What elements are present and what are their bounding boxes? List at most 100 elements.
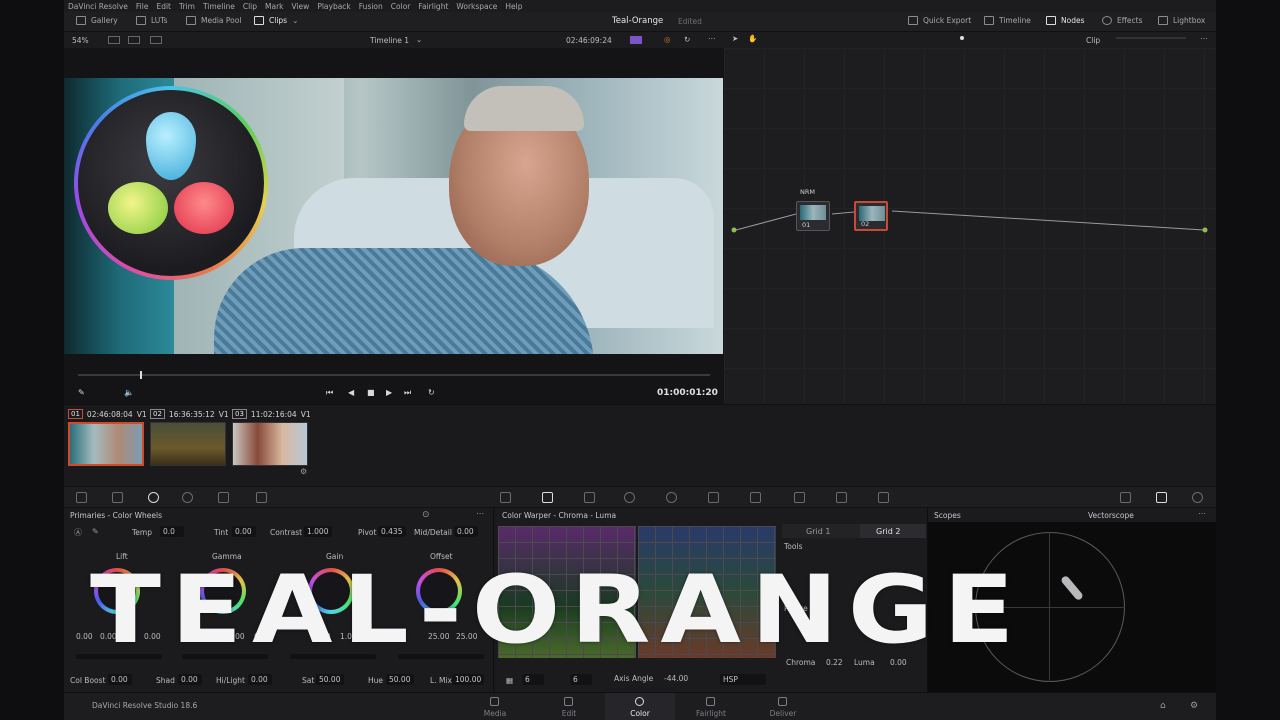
lightbox-button[interactable]: Lightbox <box>1158 16 1205 25</box>
menu-fairlight[interactable]: Fairlight <box>418 2 448 11</box>
hue-field[interactable]: 50.00 <box>386 674 414 685</box>
window-icon[interactable] <box>624 492 635 503</box>
more-options-icon[interactable]: ⋯ <box>1198 509 1206 518</box>
temp-field[interactable]: 0.0 <box>160 526 184 537</box>
clip-thumbnail-02[interactable] <box>150 422 226 466</box>
more-options-icon[interactable]: ⋯ <box>1200 34 1208 43</box>
tracker-icon[interactable] <box>666 492 677 503</box>
tab-grid-2[interactable]: Grid 2 <box>876 527 900 536</box>
menu-playback[interactable]: Playback <box>317 2 350 11</box>
resolution-icon[interactable]: ▦ <box>506 676 513 685</box>
motion-effects-icon[interactable] <box>256 492 267 503</box>
more-options-icon[interactable]: ⋯ <box>476 509 484 518</box>
effects-button[interactable]: Effects <box>1102 16 1143 25</box>
eyedropper-icon[interactable]: ✎ <box>78 388 85 397</box>
sizing-icon[interactable] <box>836 492 847 503</box>
menu-trim[interactable]: Trim <box>179 2 195 11</box>
play-icon[interactable]: ▶ <box>386 388 392 397</box>
qualifier-icon[interactable] <box>584 492 595 503</box>
pivot-field[interactable]: 0.435 <box>378 526 406 537</box>
skip-start-icon[interactable]: ⏮ <box>326 388 333 398</box>
col-boost-field[interactable]: 0.00 <box>108 674 132 685</box>
sat-field[interactable]: 50.00 <box>316 674 344 685</box>
clips-button[interactable]: Clips ⌄ <box>254 16 298 25</box>
menu-fusion[interactable]: Fusion <box>359 2 383 11</box>
scope-type-select[interactable]: Vectorscope <box>1088 511 1134 520</box>
page-tab-media[interactable]: Media <box>460 693 530 720</box>
menu-app[interactable]: DaVinci Resolve <box>68 2 128 11</box>
clip-thumbnail-01[interactable] <box>68 422 144 466</box>
menu-workspace[interactable]: Workspace <box>456 2 497 11</box>
reverse-play-icon[interactable]: ◀ <box>348 388 354 397</box>
page-tab-color[interactable]: Color <box>605 693 675 720</box>
menu-timeline[interactable]: Timeline <box>203 2 235 11</box>
hi-light-field[interactable]: 0.00 <box>248 674 272 685</box>
color-wheels-icon[interactable] <box>148 492 159 503</box>
loop-playback-icon[interactable]: ↻ <box>428 388 435 397</box>
res-field-2[interactable]: 6 <box>570 674 592 685</box>
clip-settings-icon[interactable]: ⚙ <box>300 467 307 476</box>
home-icon[interactable]: ⌂ <box>1160 701 1166 711</box>
contrast-field[interactable]: 1.000 <box>304 526 332 537</box>
reset-icon[interactable]: ⊙ <box>422 510 430 520</box>
white-point-picker-icon[interactable]: ✎ <box>92 527 99 536</box>
auto-balance-icon[interactable]: Ⓐ <box>74 527 82 538</box>
curves-icon[interactable] <box>500 492 511 503</box>
menu-color[interactable]: Color <box>391 2 411 11</box>
pointer-icon[interactable]: ➤ <box>732 34 738 43</box>
rgb-mixer-icon[interactable] <box>218 492 229 503</box>
clip-thumbnail-03[interactable] <box>232 422 308 466</box>
node-01[interactable]: 01 <box>796 201 830 231</box>
color-warper-icon[interactable] <box>542 492 553 503</box>
keyframes-icon[interactable] <box>1120 492 1131 503</box>
settings-icon[interactable]: ⚙ <box>1190 701 1198 711</box>
menu-file[interactable]: File <box>136 2 149 11</box>
page-tab-edit[interactable]: Edit <box>534 693 604 720</box>
stop-icon[interactable]: ■ <box>367 388 375 397</box>
playback-mode-icon[interactable]: ◎ <box>664 35 671 44</box>
tab-grid-1[interactable]: Grid 1 <box>806 527 830 536</box>
magic-mask-icon[interactable] <box>708 492 719 503</box>
key-icon[interactable] <box>794 492 805 503</box>
wipe-view-icon[interactable] <box>150 36 162 44</box>
more-options-icon[interactable]: ⋯ <box>708 34 716 43</box>
menu-help[interactable]: Help <box>505 2 522 11</box>
hand-icon[interactable]: ✋ <box>748 34 757 43</box>
speaker-icon[interactable]: 🔈 <box>124 388 134 397</box>
clip-color-icon[interactable] <box>630 36 642 44</box>
timeline-button[interactable]: Timeline <box>984 16 1031 25</box>
quick-export-button[interactable]: Quick Export <box>908 16 971 25</box>
page-tab-fairlight[interactable]: Fairlight <box>676 693 746 720</box>
single-view-icon[interactable] <box>108 36 120 44</box>
blur-icon[interactable] <box>750 492 761 503</box>
media-pool-button[interactable]: Media Pool <box>186 16 241 25</box>
loop-icon[interactable]: ↻ <box>684 35 690 44</box>
node-mode[interactable]: Clip <box>1086 36 1100 45</box>
menu-mark[interactable]: Mark <box>265 2 284 11</box>
zoom-level[interactable]: 54% <box>72 36 89 45</box>
split-view-icon[interactable] <box>128 36 140 44</box>
node-02[interactable]: 02 <box>854 201 888 231</box>
scopes-icon[interactable] <box>1156 492 1167 503</box>
hdr-wheels-icon[interactable] <box>182 492 193 503</box>
gallery-button[interactable]: Gallery <box>76 16 118 25</box>
3d-icon[interactable] <box>878 492 889 503</box>
camera-raw-icon[interactable] <box>76 492 87 503</box>
l-mix-field[interactable]: 100.00 <box>452 674 484 685</box>
luts-button[interactable]: LUTs <box>136 16 168 25</box>
res-field-1[interactable]: 6 <box>522 674 544 685</box>
menu-edit[interactable]: Edit <box>156 2 171 11</box>
menu-clip[interactable]: Clip <box>243 2 257 11</box>
page-tab-deliver[interactable]: Deliver <box>748 693 818 720</box>
menu-view[interactable]: View <box>292 2 310 11</box>
node-zoom-slider[interactable] <box>1116 37 1186 39</box>
color-space-select[interactable]: HSP <box>720 674 766 685</box>
nodes-button[interactable]: Nodes <box>1046 16 1084 25</box>
axis-angle-value[interactable]: -44.00 <box>664 674 688 683</box>
skip-end-icon[interactable]: ⏭ <box>404 388 411 398</box>
timeline-name[interactable]: Timeline 1 <box>370 36 409 45</box>
shad-field[interactable]: 0.00 <box>178 674 202 685</box>
color-match-icon[interactable] <box>112 492 123 503</box>
tint-field[interactable]: 0.00 <box>232 526 256 537</box>
info-icon[interactable] <box>1192 492 1203 503</box>
